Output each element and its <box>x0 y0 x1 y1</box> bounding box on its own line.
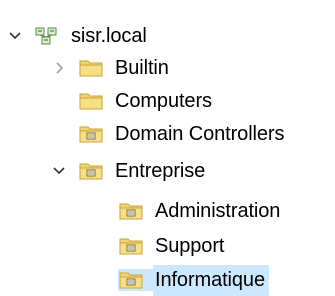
tree-node-label[interactable]: Computers <box>113 86 216 117</box>
chevron-placeholder <box>90 237 108 255</box>
ou-folder-icon <box>118 235 144 257</box>
tree-node-builtin[interactable]: Builtin <box>50 50 173 86</box>
tree-node-domain-controllers[interactable]: Domain Controllers <box>50 116 288 152</box>
ou-folder-icon <box>78 160 104 182</box>
chevron-right-icon[interactable] <box>50 59 68 77</box>
folder-icon <box>78 57 104 79</box>
ou-folder-icon <box>118 200 144 222</box>
chevron-placeholder <box>90 271 108 289</box>
chevron-placeholder <box>50 125 68 143</box>
chevron-placeholder <box>90 202 108 220</box>
domain-icon <box>34 25 60 47</box>
tree-node-label[interactable]: sisr.local <box>69 21 151 52</box>
chevron-down-icon[interactable] <box>50 162 68 180</box>
tree-node-label[interactable]: Support <box>153 231 228 262</box>
ou-folder-icon <box>78 123 104 145</box>
tree-node-label[interactable]: Builtin <box>113 53 173 84</box>
chevron-placeholder <box>50 92 68 110</box>
tree-node-label[interactable]: Administration <box>153 196 284 227</box>
tree-node-label[interactable]: Informatique <box>153 264 269 296</box>
tree-node-label[interactable]: Entreprise <box>113 156 209 187</box>
chevron-down-icon[interactable] <box>6 27 24 45</box>
tree-node-support[interactable]: Support <box>90 228 228 264</box>
tree-node-computers[interactable]: Computers <box>50 83 216 119</box>
tree-node-sisr-local[interactable]: sisr.local <box>6 18 151 54</box>
tree-node-label[interactable]: Domain Controllers <box>113 119 288 150</box>
folder-icon <box>78 90 104 112</box>
tree-node-entreprise[interactable]: Entreprise <box>50 153 209 189</box>
tree-node-informatique[interactable]: Informatique <box>90 262 269 296</box>
tree-node-administration[interactable]: Administration <box>90 193 284 229</box>
ou-folder-icon <box>118 269 153 291</box>
